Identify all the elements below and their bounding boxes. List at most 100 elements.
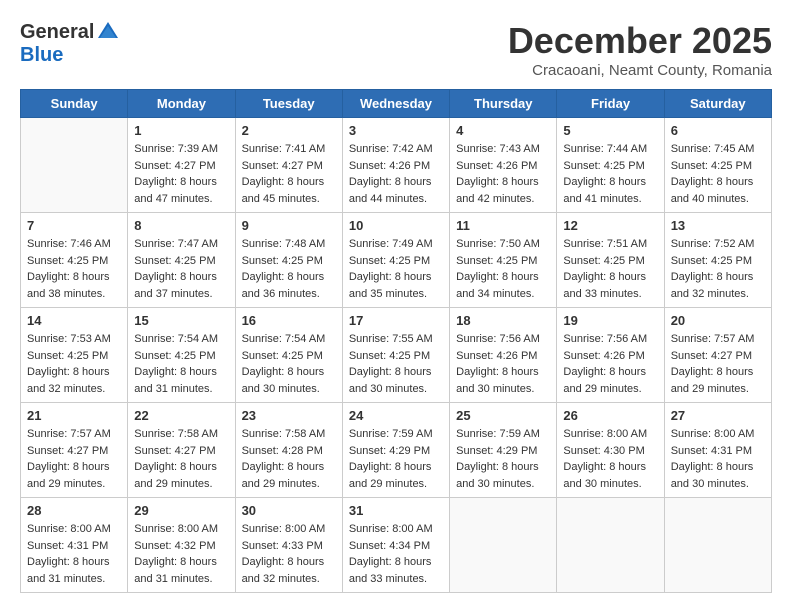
calendar-header-row: SundayMondayTuesdayWednesdayThursdayFrid…: [21, 90, 772, 118]
title-area: December 2025 Cracaoani, Neamt County, R…: [508, 20, 772, 79]
calendar-cell: 29 Sunrise: 8:00 AMSunset: 4:32 PMDayligh…: [128, 498, 235, 593]
day-number: 22: [134, 408, 228, 423]
day-info: Sunrise: 8:00 AMSunset: 4:30 PMDaylight:…: [563, 426, 657, 492]
day-info: Sunrise: 8:00 AMSunset: 4:33 PMDaylight:…: [242, 521, 336, 587]
day-info: Sunrise: 7:41 AMSunset: 4:27 PMDaylight:…: [242, 141, 336, 207]
day-number: 23: [242, 408, 336, 423]
day-number: 27: [671, 408, 765, 423]
day-info: Sunrise: 7:52 AMSunset: 4:25 PMDaylight:…: [671, 236, 765, 302]
calendar-cell: 12 Sunrise: 7:51 AMSunset: 4:25 PMDayligh…: [557, 213, 664, 308]
calendar-cell: 16 Sunrise: 7:54 AMSunset: 4:25 PMDayligh…: [235, 308, 342, 403]
day-number: 17: [349, 313, 443, 328]
calendar-cell: [557, 498, 664, 593]
day-number: 29: [134, 503, 228, 518]
calendar-week-row: 21 Sunrise: 7:57 AMSunset: 4:27 PMDayligh…: [21, 403, 772, 498]
day-info: Sunrise: 7:56 AMSunset: 4:26 PMDaylight:…: [563, 331, 657, 397]
day-number: 4: [456, 123, 550, 138]
calendar-cell: 24Sunrise: 7:59 AMSunset: 4:29 PMDayligh…: [342, 403, 449, 498]
day-number: 10: [349, 218, 443, 233]
calendar-week-row: 1 Sunrise: 7:39 AMSunset: 4:27 PMDaylight…: [21, 118, 772, 213]
day-info: Sunrise: 7:46 AMSunset: 4:25 PMDaylight:…: [27, 236, 121, 302]
day-info: Sunrise: 7:54 AMSunset: 4:25 PMDaylight:…: [242, 331, 336, 397]
day-info: Sunrise: 8:00 AMSunset: 4:32 PMDaylight:…: [134, 521, 228, 587]
day-number: 8: [134, 218, 228, 233]
day-info: Sunrise: 7:51 AMSunset: 4:25 PMDaylight:…: [563, 236, 657, 302]
day-info: Sunrise: 7:47 AMSunset: 4:25 PMDaylight:…: [134, 236, 228, 302]
day-number: 20: [671, 313, 765, 328]
calendar-cell: 30 Sunrise: 8:00 AMSunset: 4:33 PMDayligh…: [235, 498, 342, 593]
day-info: Sunrise: 7:59 AMSunset: 4:29 PMDaylight:…: [456, 426, 550, 492]
calendar-week-row: 28Sunrise: 8:00 AMSunset: 4:31 PMDayligh…: [21, 498, 772, 593]
day-number: 28: [27, 503, 121, 518]
column-header-thursday: Thursday: [450, 90, 557, 118]
calendar-cell: 8 Sunrise: 7:47 AMSunset: 4:25 PMDaylight…: [128, 213, 235, 308]
calendar-cell: 10 Sunrise: 7:49 AMSunset: 4:25 PMDayligh…: [342, 213, 449, 308]
day-number: 5: [563, 123, 657, 138]
day-info: Sunrise: 7:58 AMSunset: 4:28 PMDaylight:…: [242, 426, 336, 492]
calendar-cell: 5 Sunrise: 7:44 AMSunset: 4:25 PMDaylight…: [557, 118, 664, 213]
day-number: 12: [563, 218, 657, 233]
column-header-saturday: Saturday: [664, 90, 771, 118]
day-info: Sunrise: 7:39 AMSunset: 4:27 PMDaylight:…: [134, 141, 228, 207]
page-header: General Blue December 2025 Cracaoani, Ne…: [20, 20, 772, 79]
day-info: Sunrise: 7:43 AMSunset: 4:26 PMDaylight:…: [456, 141, 550, 207]
calendar-cell: 17 Sunrise: 7:55 AMSunset: 4:25 PMDayligh…: [342, 308, 449, 403]
calendar-cell: 23 Sunrise: 7:58 AMSunset: 4:28 PMDayligh…: [235, 403, 342, 498]
day-number: 26: [563, 408, 657, 423]
day-info: Sunrise: 7:56 AMSunset: 4:26 PMDaylight:…: [456, 331, 550, 397]
day-number: 1: [134, 123, 228, 138]
column-header-friday: Friday: [557, 90, 664, 118]
calendar-cell: 3 Sunrise: 7:42 AMSunset: 4:26 PMDaylight…: [342, 118, 449, 213]
day-number: 7: [27, 218, 121, 233]
day-number: 30: [242, 503, 336, 518]
calendar-cell: 4 Sunrise: 7:43 AMSunset: 4:26 PMDaylight…: [450, 118, 557, 213]
calendar-cell: 27Sunrise: 8:00 AMSunset: 4:31 PMDayligh…: [664, 403, 771, 498]
calendar-cell: 21 Sunrise: 7:57 AMSunset: 4:27 PMDayligh…: [21, 403, 128, 498]
day-number: 15: [134, 313, 228, 328]
day-number: 3: [349, 123, 443, 138]
day-info: Sunrise: 7:42 AMSunset: 4:26 PMDaylight:…: [349, 141, 443, 207]
calendar-cell: 1 Sunrise: 7:39 AMSunset: 4:27 PMDaylight…: [128, 118, 235, 213]
calendar-cell: 15 Sunrise: 7:54 AMSunset: 4:25 PMDayligh…: [128, 308, 235, 403]
calendar-cell: 11 Sunrise: 7:50 AMSunset: 4:25 PMDayligh…: [450, 213, 557, 308]
calendar-cell: 14Sunrise: 7:53 AMSunset: 4:25 PMDayligh…: [21, 308, 128, 403]
day-info: Sunrise: 7:44 AMSunset: 4:25 PMDaylight:…: [563, 141, 657, 207]
day-info: Sunrise: 7:55 AMSunset: 4:25 PMDaylight:…: [349, 331, 443, 397]
calendar-cell: 26 Sunrise: 8:00 AMSunset: 4:30 PMDayligh…: [557, 403, 664, 498]
day-number: 11: [456, 218, 550, 233]
day-number: 21: [27, 408, 121, 423]
day-number: 16: [242, 313, 336, 328]
calendar-table: SundayMondayTuesdayWednesdayThursdayFrid…: [20, 89, 772, 593]
calendar-cell: [664, 498, 771, 593]
location-subtitle: Cracaoani, Neamt County, Romania: [508, 62, 772, 79]
calendar-week-row: 7 Sunrise: 7:46 AMSunset: 4:25 PMDaylight…: [21, 213, 772, 308]
day-info: Sunrise: 7:49 AMSunset: 4:25 PMDaylight:…: [349, 236, 443, 302]
logo-blue: Blue: [20, 44, 63, 67]
calendar-cell: 6Sunrise: 7:45 AMSunset: 4:25 PMDaylight…: [664, 118, 771, 213]
day-info: Sunrise: 8:00 AMSunset: 4:34 PMDaylight:…: [349, 521, 443, 587]
day-info: Sunrise: 7:59 AMSunset: 4:29 PMDaylight:…: [349, 426, 443, 492]
day-info: Sunrise: 7:53 AMSunset: 4:25 PMDaylight:…: [27, 331, 121, 397]
day-number: 31: [349, 503, 443, 518]
day-number: 25: [456, 408, 550, 423]
day-info: Sunrise: 7:50 AMSunset: 4:25 PMDaylight:…: [456, 236, 550, 302]
calendar-cell: 7 Sunrise: 7:46 AMSunset: 4:25 PMDaylight…: [21, 213, 128, 308]
column-header-monday: Monday: [128, 90, 235, 118]
calendar-cell: 19 Sunrise: 7:56 AMSunset: 4:26 PMDayligh…: [557, 308, 664, 403]
column-header-sunday: Sunday: [21, 90, 128, 118]
calendar-cell: 22Sunrise: 7:58 AMSunset: 4:27 PMDayligh…: [128, 403, 235, 498]
day-info: Sunrise: 7:54 AMSunset: 4:25 PMDaylight:…: [134, 331, 228, 397]
calendar-cell: 31 Sunrise: 8:00 AMSunset: 4:34 PMDayligh…: [342, 498, 449, 593]
calendar-cell: 20Sunrise: 7:57 AMSunset: 4:27 PMDayligh…: [664, 308, 771, 403]
logo: General Blue: [20, 20, 120, 67]
calendar-cell: [450, 498, 557, 593]
calendar-cell: 25 Sunrise: 7:59 AMSunset: 4:29 PMDayligh…: [450, 403, 557, 498]
month-title: December 2025: [508, 20, 772, 62]
calendar-week-row: 14Sunrise: 7:53 AMSunset: 4:25 PMDayligh…: [21, 308, 772, 403]
calendar-cell: 13Sunrise: 7:52 AMSunset: 4:25 PMDayligh…: [664, 213, 771, 308]
calendar-cell: [21, 118, 128, 213]
day-number: 19: [563, 313, 657, 328]
day-info: Sunrise: 7:57 AMSunset: 4:27 PMDaylight:…: [27, 426, 121, 492]
calendar-cell: 28Sunrise: 8:00 AMSunset: 4:31 PMDayligh…: [21, 498, 128, 593]
calendar-cell: 18Sunrise: 7:56 AMSunset: 4:26 PMDayligh…: [450, 308, 557, 403]
